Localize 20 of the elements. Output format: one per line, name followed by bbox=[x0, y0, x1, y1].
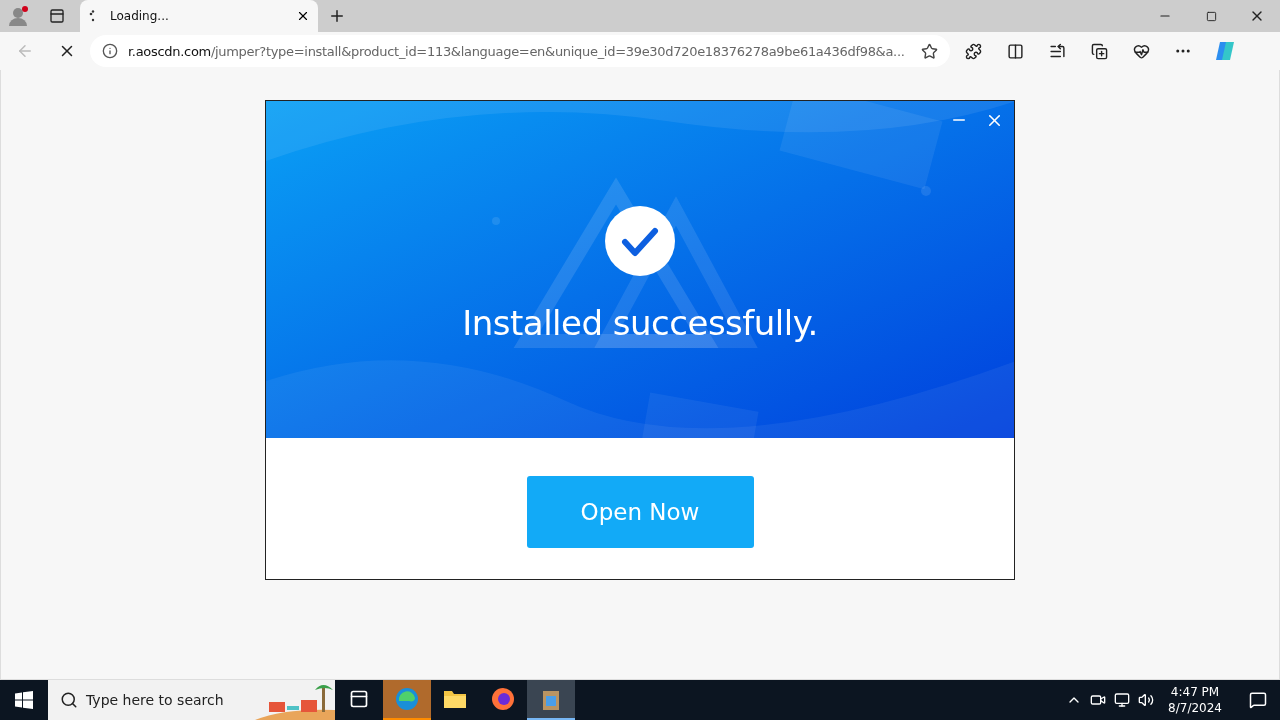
info-icon[interactable] bbox=[102, 43, 118, 59]
check-circle-icon bbox=[605, 206, 675, 276]
url-text: r.aoscdn.com/jumper?type=install&product_id=113&language=en&unique_id=39e30d720e18376278a9be61a436df98&a... bbox=[128, 43, 906, 59]
search-icon bbox=[60, 691, 78, 709]
volume-icon[interactable] bbox=[1138, 692, 1155, 708]
success-message: Installed successfully. bbox=[462, 303, 818, 343]
tab-title: Loading... bbox=[110, 9, 170, 23]
folder-icon bbox=[443, 689, 467, 709]
search-placeholder: Type here to search bbox=[86, 692, 224, 708]
browser-tab[interactable]: Loading... bbox=[80, 0, 318, 32]
task-view-icon bbox=[349, 689, 369, 709]
network-icon[interactable] bbox=[1114, 692, 1131, 708]
taskbar-clock[interactable]: 4:47 PM 8/7/2024 bbox=[1162, 684, 1228, 716]
browser-icon bbox=[395, 687, 419, 711]
firefox-icon bbox=[491, 687, 515, 711]
favorite-star-icon[interactable] bbox=[921, 42, 938, 60]
address-bar[interactable]: r.aoscdn.com/jumper?type=install&product_id=113&language=en&unique_id=39e30d720e18376278a9be61a436df98&a... bbox=[90, 35, 950, 67]
close-tab-icon[interactable] bbox=[296, 9, 310, 23]
taskbar-search-field[interactable]: Type here to search bbox=[48, 680, 335, 720]
camera-icon[interactable] bbox=[1090, 692, 1107, 708]
